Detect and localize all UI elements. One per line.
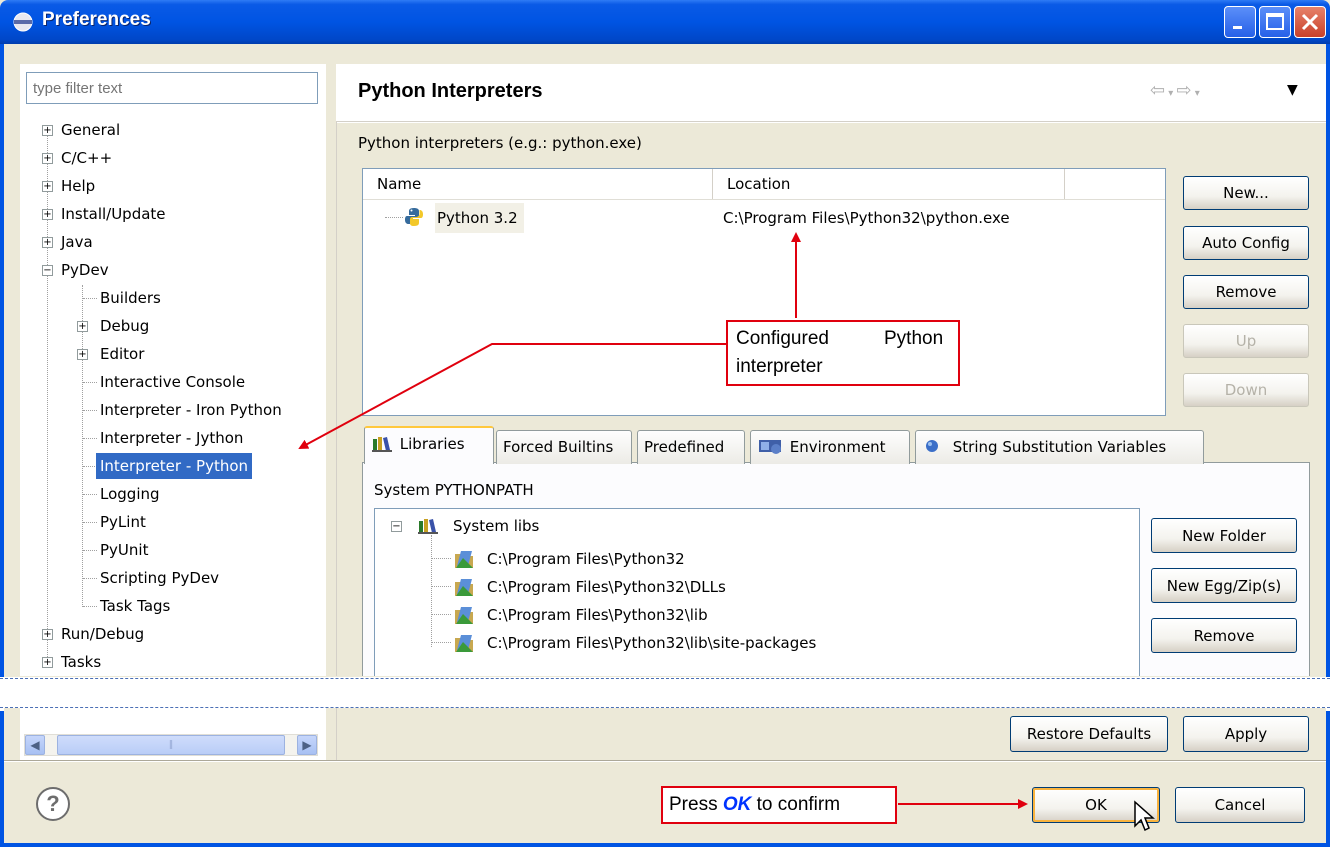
callout-text: interpreter [736,356,823,377]
callout-emphasis: OK [722,794,752,815]
callout-text: Press [669,794,718,815]
callout-text: to confirm [756,794,841,815]
annotation-arrows [298,232,1028,809]
libraries-icon [372,437,392,452]
interpreter-callout: Configured Python interpreter [726,320,960,386]
callout-text: Python [884,328,944,349]
preferences-window: Preferences + General + C/C++ + Help + I… [0,0,1330,847]
tab-label: Libraries [399,435,465,453]
callout-text: Configured [736,328,829,349]
tab-libraries[interactable]: Libraries [364,426,494,464]
ok-callout: Press OK to confirm [661,786,897,824]
